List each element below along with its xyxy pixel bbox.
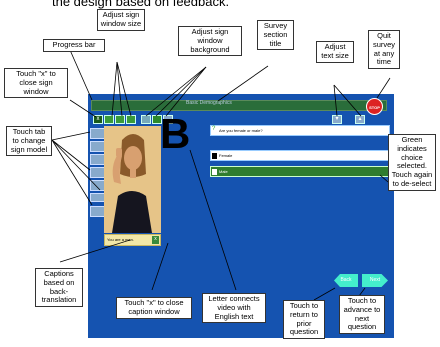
annotation-captions: Captions based on back-translation — [35, 268, 83, 308]
annotation-quit: Quit survey at any time — [368, 30, 400, 70]
annotation-progress-bar: Progress bar — [43, 39, 105, 52]
annotation-sign-bg: Adjust sign window background — [178, 26, 242, 57]
annotation-close-caption: Touch "x" to close caption window — [116, 297, 192, 319]
annotation-green-selected: Green indicates choice selected. Touch a… — [388, 134, 436, 191]
annotation-section-title: Survey section title — [257, 20, 294, 51]
annotation-sign-size: Adjust sign window size — [97, 9, 145, 31]
annotation-advance: Touch to advance to next question — [339, 295, 385, 335]
annotation-close-sign: Touch "x" to close sign window — [4, 68, 68, 99]
annotation-letter: Letter connects video with English text — [202, 293, 266, 324]
annotation-text-size: Adjust text size — [316, 41, 354, 63]
annotation-return: Touch to return to prior question — [283, 300, 325, 340]
annotation-touch-tab: Touch tab to change sign model — [6, 126, 52, 157]
